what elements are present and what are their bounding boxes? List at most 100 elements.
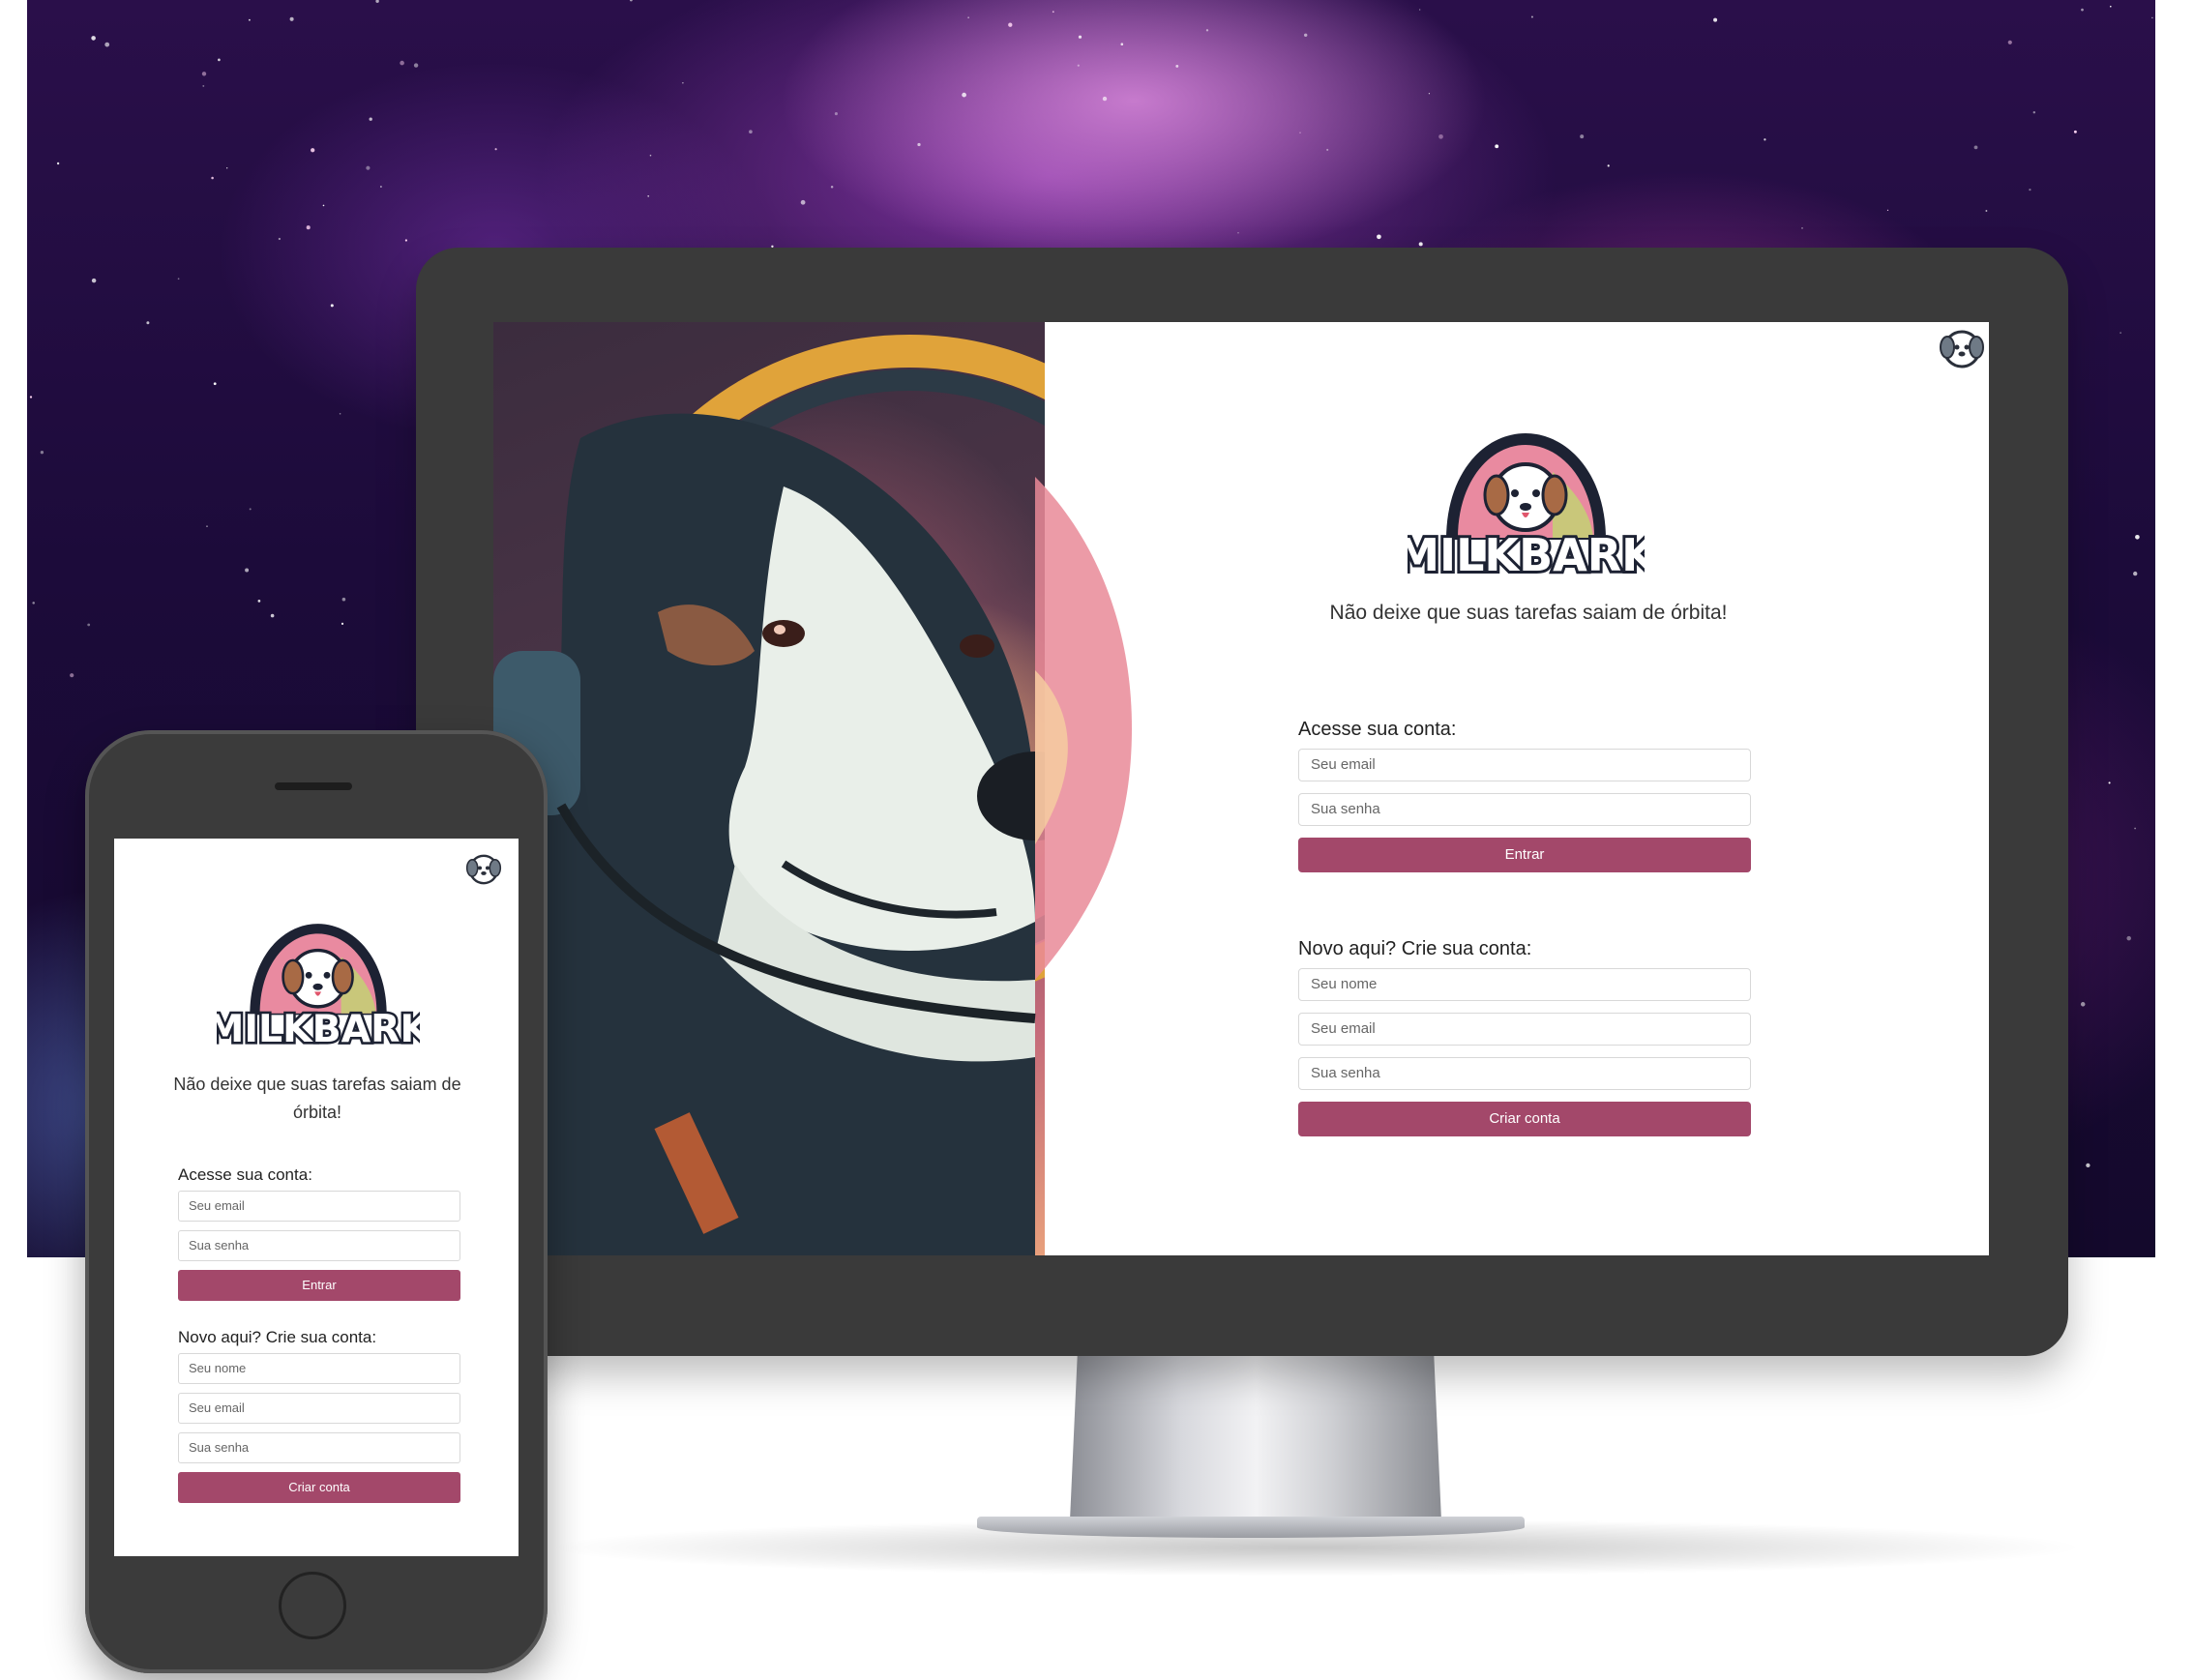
star: [834, 112, 838, 116]
star: [967, 16, 969, 18]
star: [226, 167, 228, 169]
star: [248, 18, 251, 21]
star: [1607, 164, 1610, 167]
star: [311, 148, 315, 153]
star: [339, 413, 341, 415]
star: [177, 278, 180, 280]
desktop-monitor: MILKBARK Não deixe que suas tarefas saia…: [416, 248, 2068, 1356]
signup-form: Novo aqui? Crie sua conta: Seu nome Seu …: [1298, 938, 1751, 1136]
signup-button[interactable]: Criar conta: [1298, 1102, 1751, 1136]
logo-wordmark: MILKBARK: [217, 1007, 420, 1051]
star: [1175, 64, 1179, 68]
login-button[interactable]: Entrar: [1298, 838, 1751, 872]
star: [56, 162, 60, 165]
star: [366, 165, 371, 170]
signup-email-input[interactable]: Seu email: [1298, 1013, 1751, 1046]
signup-email-input[interactable]: Seu email: [178, 1393, 460, 1424]
hero-image: [493, 322, 1045, 1255]
star: [104, 42, 110, 47]
star: [32, 602, 35, 604]
star: [1580, 134, 1585, 139]
milkbark-logo: MILKBARK: [217, 924, 420, 1053]
star: [202, 84, 205, 87]
star: [629, 0, 633, 2]
signup-name-input[interactable]: Seu nome: [1298, 968, 1751, 1001]
star: [400, 60, 404, 66]
login-email-input[interactable]: Seu email: [178, 1191, 460, 1222]
tagline: Não deixe que suas tarefas saiam de órbi…: [1329, 602, 1728, 624]
star: [91, 278, 97, 283]
star: [1713, 17, 1718, 22]
star: [211, 176, 214, 180]
star: [2032, 110, 2036, 114]
star: [2110, 5, 2112, 8]
star: [749, 130, 753, 134]
login-heading: Acesse sua conta:: [1298, 719, 1457, 740]
star: [2134, 827, 2136, 830]
star: [2080, 1002, 2086, 1007]
star: [341, 622, 344, 625]
star: [249, 508, 252, 511]
star: [1886, 209, 1889, 211]
login-password-input[interactable]: Sua senha: [1298, 793, 1751, 826]
star: [2126, 935, 2131, 941]
login-button[interactable]: Entrar: [178, 1270, 460, 1301]
login-email-input[interactable]: Seu email: [1298, 749, 1751, 781]
star: [1495, 144, 1499, 149]
star: [2007, 40, 2012, 44]
logo-wordmark: MILKBARK: [1408, 529, 1645, 581]
star: [245, 568, 250, 573]
login-panel: MILKBARK Não deixe que suas tarefas saia…: [1045, 322, 1989, 1255]
star: [2086, 1163, 2090, 1168]
star: [1077, 64, 1080, 67]
star: [380, 186, 382, 188]
star: [1377, 234, 1381, 240]
star: [494, 148, 497, 151]
signup-name-input[interactable]: Seu nome: [178, 1353, 460, 1384]
signup-password-input[interactable]: Sua senha: [178, 1432, 460, 1463]
star: [830, 186, 834, 189]
star: [146, 321, 150, 325]
star: [206, 525, 208, 527]
star: [917, 142, 921, 147]
star: [2135, 534, 2140, 540]
star: [91, 36, 96, 41]
star: [70, 673, 74, 678]
star: [201, 72, 207, 76]
signup-form: Novo aqui? Crie sua conta: Seu nome Seu …: [178, 1328, 460, 1503]
phone-speaker: [275, 782, 352, 790]
star: [1428, 93, 1431, 95]
login-form: Acesse sua conta: Seu email Sua senha En…: [1298, 719, 1751, 872]
star: [322, 204, 325, 207]
star: [404, 239, 407, 242]
star: [2133, 571, 2138, 576]
star: [1985, 210, 1988, 212]
star: [375, 0, 379, 3]
desktop-screen: MILKBARK Não deixe que suas tarefas saia…: [493, 322, 1989, 1255]
star: [962, 92, 966, 98]
star: [682, 82, 684, 84]
astronaut-dog-illustration: [493, 335, 1045, 1255]
star: [800, 199, 806, 205]
star: [29, 396, 33, 398]
star: [341, 597, 346, 602]
star: [2081, 8, 2084, 12]
home-button[interactable]: [279, 1572, 346, 1639]
star: [257, 600, 261, 603]
star: [213, 382, 217, 386]
star: [306, 225, 311, 230]
star: [1120, 43, 1124, 45]
login-form: Acesse sua conta: Seu email Sua senha En…: [178, 1165, 460, 1301]
star: [2073, 130, 2077, 133]
signup-password-input[interactable]: Sua senha: [1298, 1057, 1751, 1090]
dog-avatar-icon[interactable]: [462, 848, 505, 891]
star: [649, 154, 652, 157]
signup-button[interactable]: Criar conta: [178, 1472, 460, 1503]
star: [278, 237, 282, 241]
star: [1438, 133, 1443, 139]
login-password-input[interactable]: Sua senha: [178, 1230, 460, 1261]
tagline: Não deixe que suas tarefas saiam de órbi…: [173, 1075, 461, 1122]
dog-avatar-icon[interactable]: [1935, 322, 1989, 376]
monitor-stand: [1070, 1356, 1441, 1520]
star: [1205, 29, 1209, 32]
